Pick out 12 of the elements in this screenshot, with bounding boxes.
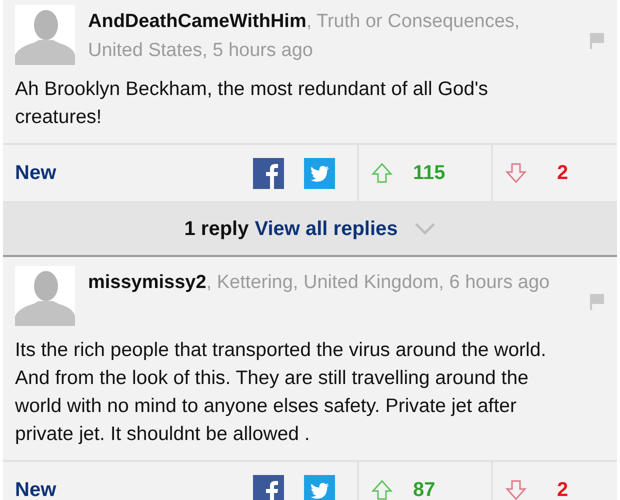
upvote-count: 87 [413,478,436,500]
comment-text: Its the rich people that transported the virus around the world. And from the look of this. They are still travelling around the world with no mind to anyone elses safety. Private jet after private jet. It shouldnt be allowed . [14,338,548,447]
comment-text: Ah Brooklyn Beckham, the most redundant of all God's creatures! [14,77,490,130]
new-label: New [15,162,56,184]
upvote-count: 115 [413,162,446,184]
view-replies-link[interactable]: View all replies [254,218,398,240]
comment-byline: missymissy2, Kettering, United Kingdom, 6 hours ago [88,271,551,295]
new-label: New [15,478,56,500]
reply-count: 1 reply [184,218,249,240]
comment-byline: AndDeathCameWithHim, Truth or Consequences, United States, 5 hours ago [88,10,521,63]
downvote-count: 2 [557,478,568,500]
downvote-count: 2 [557,162,568,184]
